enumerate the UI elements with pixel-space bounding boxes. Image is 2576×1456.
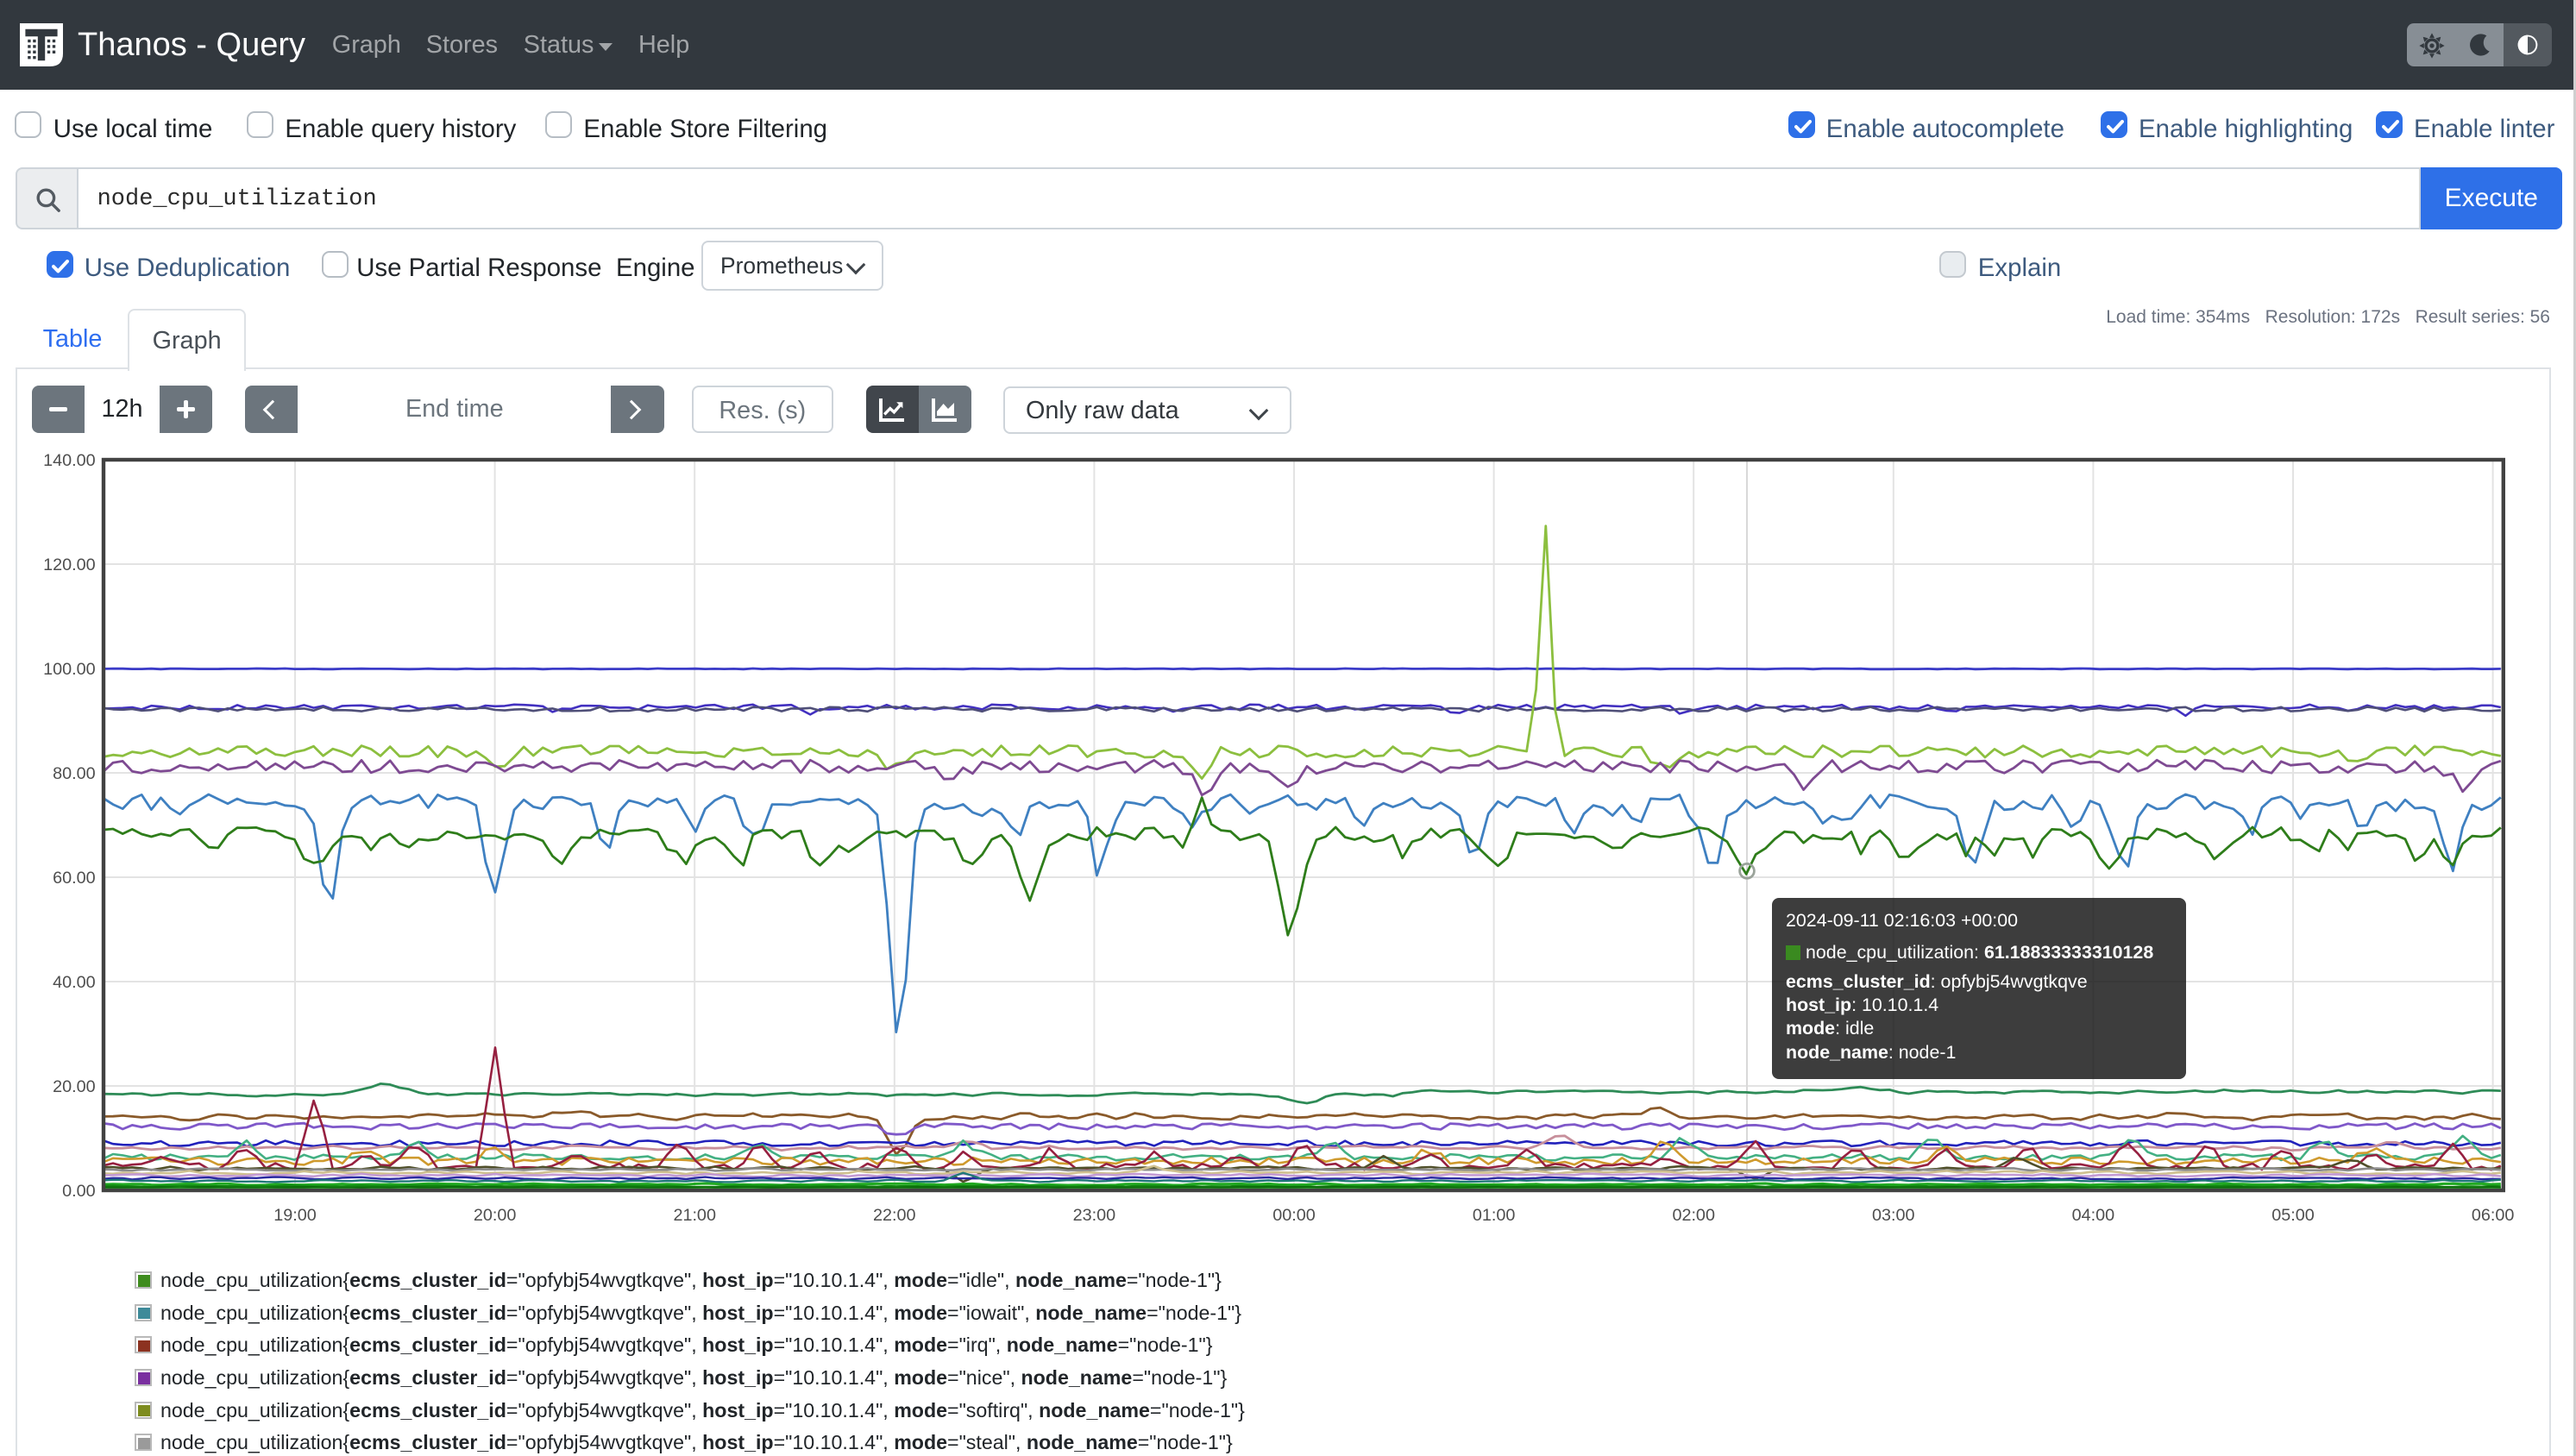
svg-text:23:00: 23:00 — [1073, 1206, 1116, 1225]
svg-text:01:00: 01:00 — [1473, 1206, 1516, 1225]
svg-text:04:00: 04:00 — [2072, 1206, 2115, 1225]
svg-text:120.00: 120.00 — [43, 555, 96, 574]
svg-text:06:00: 06:00 — [2472, 1206, 2515, 1225]
svg-text:80.00: 80.00 — [53, 764, 96, 783]
svg-text:20:00: 20:00 — [474, 1206, 517, 1225]
svg-text:40.00: 40.00 — [53, 973, 96, 992]
svg-text:02:00: 02:00 — [1672, 1206, 1715, 1225]
svg-text:05:00: 05:00 — [2271, 1206, 2315, 1225]
svg-text:140.00: 140.00 — [43, 451, 96, 470]
svg-text:20.00: 20.00 — [53, 1077, 96, 1096]
svg-text:0.00: 0.00 — [62, 1182, 96, 1201]
svg-text:60.00: 60.00 — [53, 869, 96, 888]
svg-text:22:00: 22:00 — [873, 1206, 916, 1225]
svg-text:21:00: 21:00 — [673, 1206, 716, 1225]
svg-text:19:00: 19:00 — [273, 1206, 317, 1225]
svg-text:03:00: 03:00 — [1872, 1206, 1915, 1225]
svg-text:100.00: 100.00 — [43, 660, 96, 679]
svg-text:00:00: 00:00 — [1272, 1206, 1316, 1225]
